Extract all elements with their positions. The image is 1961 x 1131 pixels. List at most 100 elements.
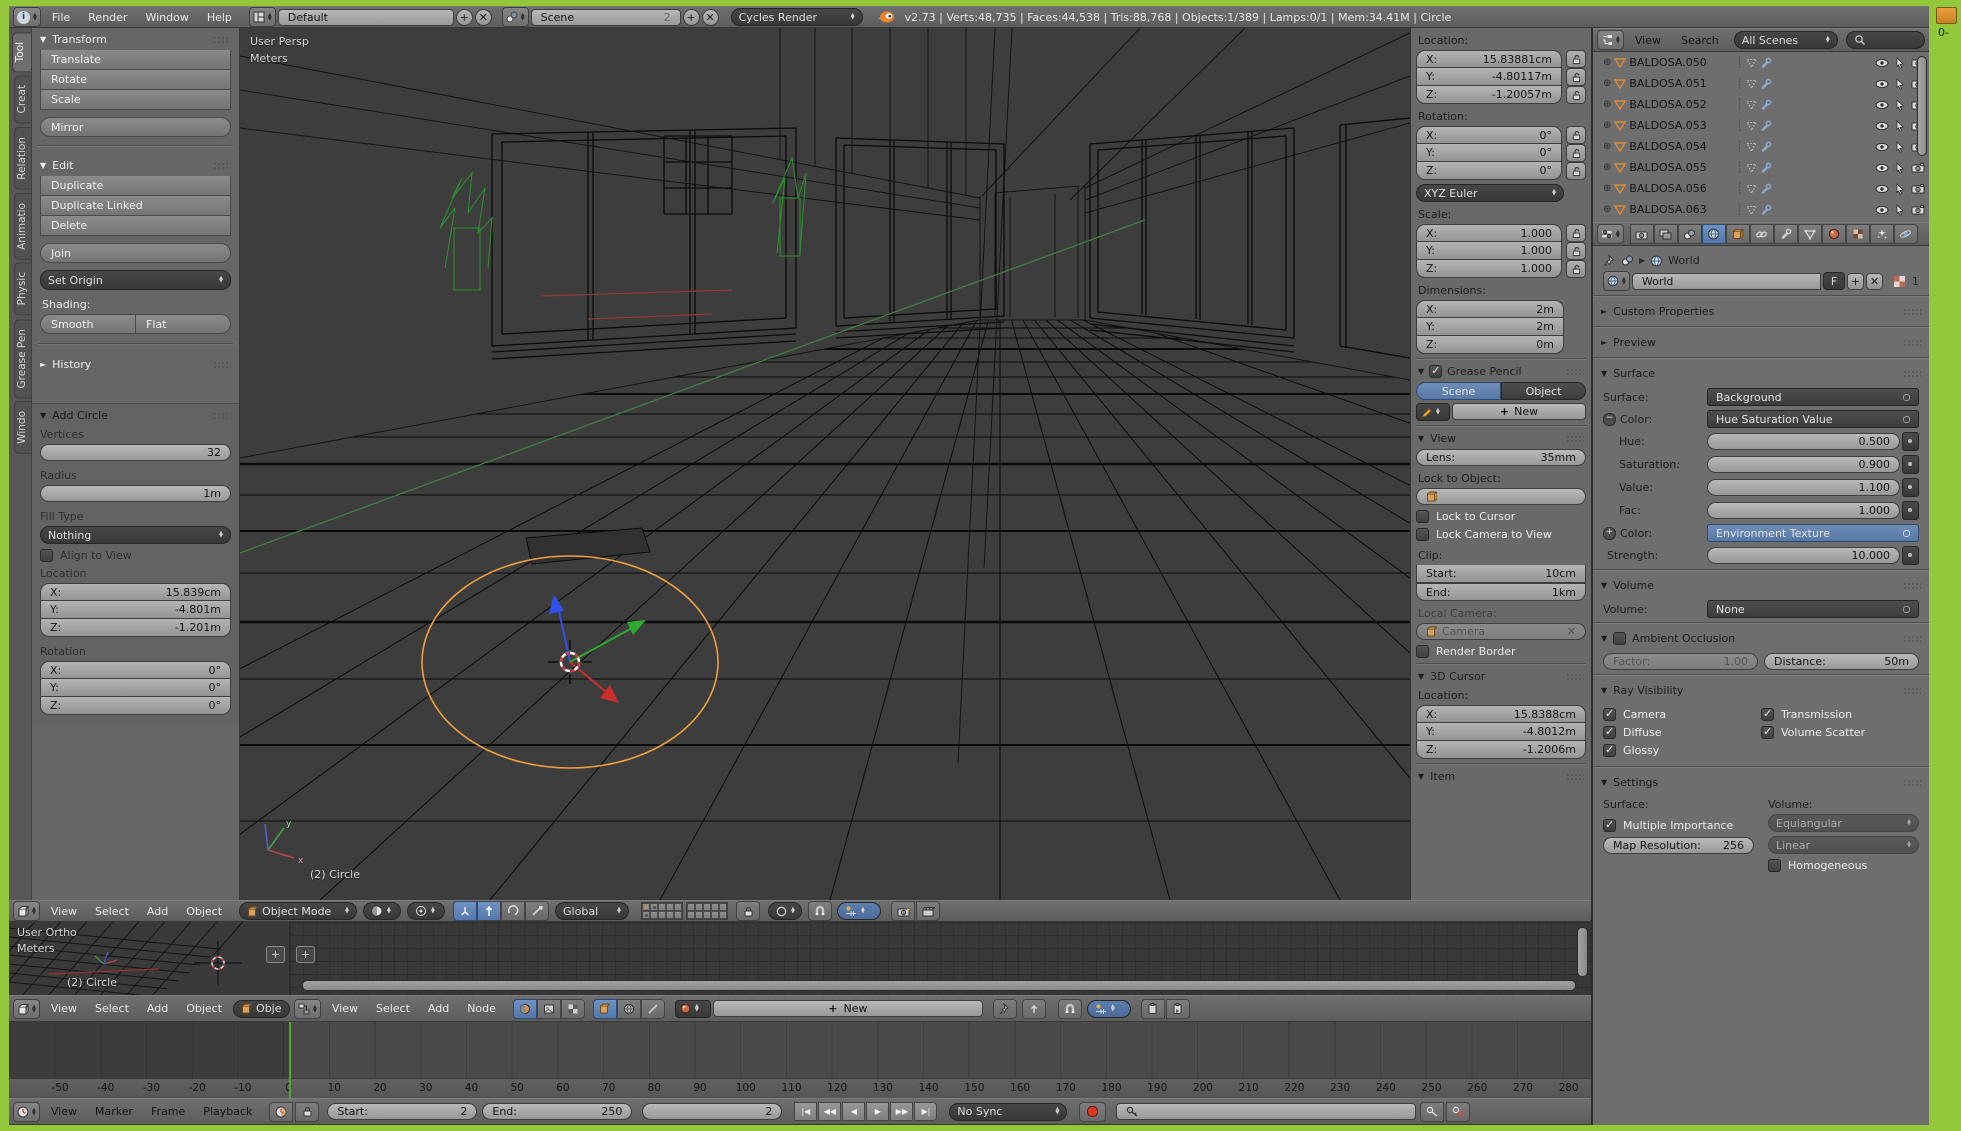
pin-icon[interactable] <box>1603 254 1616 267</box>
menu-item[interactable]: View <box>323 1002 367 1015</box>
record-button[interactable] <box>1079 1102 1106 1122</box>
saturation-slider[interactable]: 0.900 <box>1707 456 1900 473</box>
view-panel-header[interactable]: ▼View <box>1416 430 1586 449</box>
menu-item[interactable]: Marker <box>86 1105 142 1118</box>
visibility-eye-icon[interactable] <box>1875 205 1889 215</box>
ao-factor-slider[interactable]: Factor:1.00 <box>1603 653 1758 670</box>
shader-nodes-toggle[interactable] <box>513 999 537 1019</box>
ray-checkbox[interactable] <box>1603 726 1616 739</box>
cursor-panel-header[interactable]: ▼3D Cursor <box>1416 668 1586 687</box>
lock-icon[interactable] <box>1566 144 1586 162</box>
selectability-cursor-icon[interactable] <box>1895 183 1905 195</box>
mirror-button[interactable]: Mirror <box>40 117 231 137</box>
ao-checkbox[interactable] <box>1613 632 1626 645</box>
screen-layout-icon-button[interactable]: ▲▼ <box>249 7 276 27</box>
expand-icon[interactable]: ⊕ <box>1603 162 1611 173</box>
cursor-field[interactable]: Z:-1.2006m <box>1416 741 1586 759</box>
menu-item[interactable]: Help <box>198 11 241 24</box>
lock-to-scene-toggle[interactable] <box>736 901 760 921</box>
lock-icon[interactable] <box>1566 68 1586 86</box>
menu-item[interactable]: Playback <box>194 1105 261 1118</box>
fill-type-dropdown[interactable]: Nothing▲▼ <box>40 526 231 544</box>
editor-type-properties-button[interactable]: ▲▼ <box>1597 224 1624 244</box>
rotation-field[interactable]: X:0° <box>40 661 231 679</box>
selectability-cursor-icon[interactable] <box>1895 204 1905 216</box>
playback-range-clock-toggle[interactable] <box>269 1102 293 1122</box>
location-field[interactable]: X:15.839cm <box>40 583 231 601</box>
delete-keyframe-button[interactable] <box>1446 1102 1470 1122</box>
gp-new-button[interactable]: +New <box>1452 403 1586 420</box>
menu-item[interactable]: Select <box>86 1002 138 1015</box>
align-to-view-checkbox[interactable] <box>40 549 53 562</box>
material-icon-dropdown[interactable]: ▲▼ <box>675 1000 711 1018</box>
world-tab-icon[interactable] <box>1702 224 1726 244</box>
layers-group-1[interactable] <box>641 902 683 920</box>
edit-panel-header[interactable]: ▼Edit <box>32 154 239 176</box>
lock-to-cursor-checkbox[interactable] <box>1416 510 1429 523</box>
insert-keyframe-button[interactable] <box>1420 1102 1444 1122</box>
transform-panel-header[interactable]: ▼Transform <box>32 28 239 50</box>
playback-button[interactable]: ◀ <box>842 1102 865 1121</box>
expand-panel-button[interactable]: + <box>296 946 315 963</box>
render-border-checkbox[interactable] <box>1416 645 1429 658</box>
set-origin-dropdown[interactable]: Set Origin▲▼ <box>40 270 231 290</box>
expand-node-icon[interactable]: + <box>1603 527 1616 540</box>
add-world-button[interactable]: + <box>1847 273 1864 290</box>
menu-item[interactable]: View <box>42 905 86 918</box>
toolshelf-tab[interactable]: Grease Pen <box>14 319 31 398</box>
outliner-row[interactable]: ⊕ BALDOSA.050 ┊ <box>1593 52 1929 73</box>
viewport-ortho-small[interactable]: User Ortho Meters (2) Circle + <box>9 922 290 995</box>
selectability-cursor-icon[interactable] <box>1895 57 1905 69</box>
menu-item[interactable]: Object <box>177 1002 231 1015</box>
delete-layout-button[interactable]: ✕ <box>475 9 492 26</box>
node-editor-canvas[interactable]: + <box>290 922 1591 995</box>
playback-button[interactable]: ▶| <box>914 1102 937 1121</box>
render-opengl-button[interactable] <box>891 901 915 921</box>
visibility-eye-icon[interactable] <box>1875 58 1889 68</box>
modifiers-tab-icon[interactable] <box>1774 224 1798 244</box>
expand-icon[interactable]: ⊕ <box>1603 204 1611 215</box>
selectability-cursor-icon[interactable] <box>1895 141 1905 153</box>
menu-item[interactable]: Frame <box>142 1105 194 1118</box>
outliner-scope-dropdown[interactable]: All Scenes▲▼ <box>1734 31 1838 49</box>
playback-button[interactable]: |◀ <box>794 1102 817 1121</box>
shade-smooth-button[interactable]: Smooth <box>40 314 136 334</box>
physics-tab-icon[interactable] <box>1894 224 1918 244</box>
lock-icon[interactable] <box>1566 126 1586 144</box>
menu-item[interactable]: Window <box>136 11 197 24</box>
outliner-row[interactable]: ⊕ BALDOSA.056 ┊ <box>1593 178 1929 199</box>
local-camera-field[interactable]: Camera ✕ <box>1416 623 1586 640</box>
lock-icon[interactable] <box>1566 86 1586 104</box>
expand-icon[interactable]: ⊕ <box>1603 120 1611 131</box>
world-shader-toggle[interactable] <box>617 999 641 1019</box>
grease-pencil-panel-header[interactable]: ▼Grease Pencil <box>1416 363 1586 382</box>
menu-item[interactable]: Add <box>138 905 177 918</box>
layers-group-2[interactable] <box>686 902 728 920</box>
custom-properties-panel-header[interactable]: ►Custom Properties <box>1593 300 1929 322</box>
value-socket-button[interactable] <box>1902 478 1919 497</box>
location-field[interactable]: Z:-1.201m <box>40 619 231 637</box>
location-field[interactable]: X:15.83881cm <box>1416 50 1586 68</box>
ao-panel-header[interactable]: ▼Ambient Occlusion <box>1593 627 1929 649</box>
outliner-row[interactable]: ⊕ BALDOSA.063 ┊ <box>1593 199 1929 220</box>
render-engine-select[interactable]: Cycles Render▲▼ <box>731 8 863 26</box>
visibility-eye-icon[interactable] <box>1875 121 1889 131</box>
object-name[interactable]: BALDOSA.063 <box>1629 203 1733 216</box>
timeline-ruler[interactable]: -50-40-30-20-100102030405060708090100110… <box>9 1078 1591 1099</box>
grease-pencil-checkbox[interactable] <box>1429 365 1442 378</box>
preview-panel-header[interactable]: ►Preview <box>1593 331 1929 353</box>
outliner-search-input[interactable] <box>1846 31 1925 49</box>
toolshelf-tab[interactable]: Tool <box>12 32 31 72</box>
current-frame-line[interactable] <box>289 1022 291 1098</box>
ray-checkbox[interactable] <box>1603 744 1616 757</box>
object-name[interactable]: BALDOSA.051 <box>1629 77 1733 90</box>
selectability-cursor-icon[interactable] <box>1895 99 1905 111</box>
scene-icon-button[interactable]: ▲▼ <box>502 7 529 27</box>
visibility-eye-icon[interactable] <box>1875 142 1889 152</box>
rotation-field[interactable]: Y:0° <box>1416 144 1586 162</box>
visibility-eye-icon[interactable] <box>1875 163 1889 173</box>
frame-start-field[interactable]: Start:2 <box>327 1103 477 1120</box>
vertices-slider[interactable]: 32 <box>40 444 231 461</box>
proportional-edit-dropdown[interactable]: ▲▼ <box>768 902 802 920</box>
edit-button[interactable]: Duplicate <box>40 176 231 196</box>
